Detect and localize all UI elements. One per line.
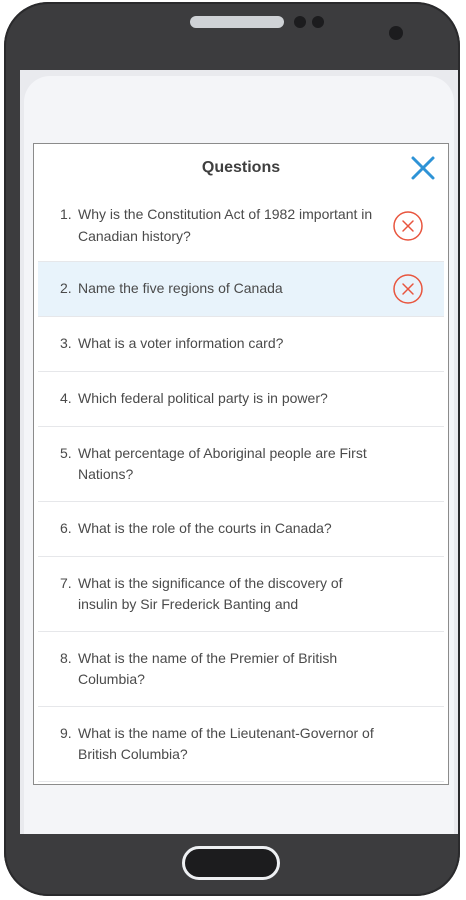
home-button[interactable] (182, 846, 280, 880)
question-text: What is a voter information card? (78, 335, 284, 352)
question-item[interactable]: 8. What is the name of the Premier of Bri… (38, 632, 444, 707)
question-number: 2. (60, 280, 72, 297)
question-item[interactable]: 4. Which federal political party is in po… (38, 372, 444, 427)
question-text: What is the name of the Premier of Briti… (78, 649, 338, 688)
sensor-dot (294, 16, 306, 28)
front-camera (389, 26, 403, 40)
question-content: 3. What is a voter information card? (60, 333, 384, 355)
question-content: 6. What is the role of the courts in Cana… (60, 518, 384, 540)
modal-header: Questions (34, 144, 448, 190)
question-text: Why is the Constitution Act of 1982 impo… (78, 206, 373, 244)
question-item[interactable]: 9. What is the name of the Lieutenant-Gov… (38, 707, 444, 782)
close-button[interactable] (410, 155, 436, 181)
question-number: 9. (60, 724, 72, 741)
question-content: 1. Why is the Constitution Act of 1982 im… (60, 204, 384, 247)
question-list: 1. Why is the Constitution Act of 1982 im… (38, 190, 444, 784)
question-text: What percentage of Aboriginal people are… (78, 444, 367, 483)
question-content: 8. What is the name of the Premier of Bri… (60, 648, 384, 691)
remove-question-button[interactable] (392, 210, 424, 242)
question-item[interactable]: 7. What is the significance of the discov… (38, 557, 444, 632)
question-number: 1. (60, 206, 72, 222)
question-text: Name the five regions of Canada (78, 280, 283, 297)
question-number: 3. (60, 335, 72, 352)
question-number: 6. (60, 520, 72, 537)
question-text: What is the role of the courts in Canada… (78, 520, 332, 537)
question-text: What is the name of the Lieutenant-Gover… (78, 724, 374, 763)
question-item[interactable]: 1. Why is the Constitution Act of 1982 im… (38, 190, 444, 262)
question-item[interactable]: 5. What percentage of Aboriginal people a… (38, 427, 444, 502)
question-item[interactable]: 2. Name the five regions of Canada (38, 262, 444, 317)
close-icon (411, 156, 435, 180)
question-content: 4. Which federal political party is in po… (60, 388, 384, 410)
question-number: 7. (60, 574, 72, 591)
questions-modal: Questions 1. Why is the Constitution Act … (33, 143, 449, 785)
question-number: 4. (60, 390, 72, 407)
remove-circle-x-icon (393, 274, 423, 304)
speaker-grille (190, 16, 284, 28)
question-content: 7. What is the significance of the discov… (60, 573, 384, 616)
question-number: 8. (60, 649, 72, 666)
question-item[interactable]: 6. What is the role of the courts in Cana… (38, 502, 444, 557)
remove-circle-x-icon (393, 210, 423, 241)
question-text: Which federal political party is in powe… (78, 390, 328, 407)
question-content: 9. What is the name of the Lieutenant-Gov… (60, 723, 384, 766)
modal-title: Questions (201, 159, 281, 176)
question-content: 5. What percentage of Aboriginal people a… (60, 443, 384, 486)
question-number: 5. (60, 444, 72, 461)
question-content: 2. Name the five regions of Canada (60, 278, 384, 300)
remove-question-button[interactable] (392, 273, 424, 305)
question-item[interactable]: 3. What is a voter information card? (38, 317, 444, 372)
sensor-dot (312, 16, 324, 28)
question-text: What is the significance of the discover… (78, 574, 343, 613)
